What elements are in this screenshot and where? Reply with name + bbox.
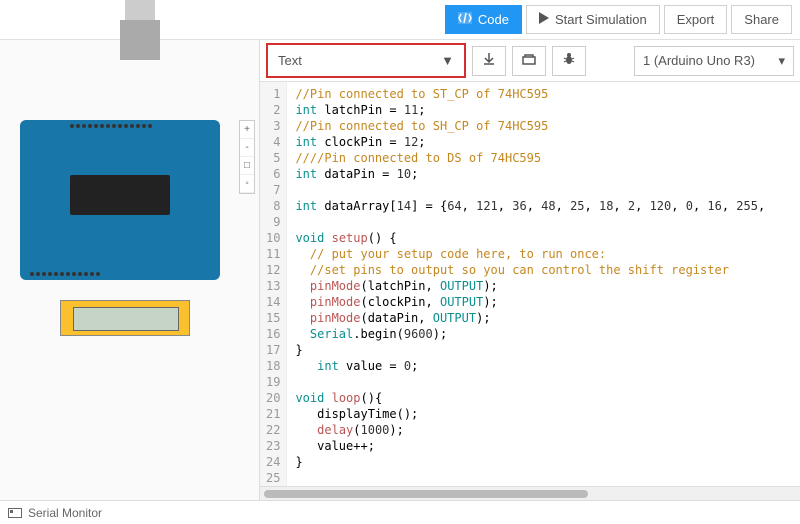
start-simulation-button[interactable]: Start Simulation	[526, 5, 660, 34]
line-number: 20	[266, 390, 280, 406]
code-line[interactable]: pinMode(clockPin, OUTPUT);	[295, 294, 792, 310]
zoom-out-button[interactable]: -	[240, 139, 254, 157]
line-number: 23	[266, 438, 280, 454]
start-simulation-label: Start Simulation	[555, 12, 647, 27]
line-number: 11	[266, 246, 280, 262]
lcd-screen	[73, 307, 179, 331]
line-number: 19	[266, 374, 280, 390]
zoom-controls: + - □ ◦	[239, 120, 255, 194]
line-number: 10	[266, 230, 280, 246]
line-number: 16	[266, 326, 280, 342]
line-number: 7	[266, 182, 280, 198]
line-number: 1	[266, 86, 280, 102]
code-button-label: Code	[478, 12, 509, 27]
export-button[interactable]: Export	[664, 5, 728, 34]
line-number: 4	[266, 134, 280, 150]
code-line[interactable]: // put your setup code here, to run once…	[295, 246, 792, 262]
line-number: 2	[266, 102, 280, 118]
line-number: 9	[266, 214, 280, 230]
line-number: 3	[266, 118, 280, 134]
bug-icon	[562, 52, 576, 69]
horizontal-scrollbar[interactable]	[260, 486, 800, 500]
code-line[interactable]	[295, 182, 792, 198]
download-code-button[interactable]	[472, 46, 506, 76]
share-button[interactable]: Share	[731, 5, 792, 34]
code-line[interactable]: //set pins to output so you can control …	[295, 262, 792, 278]
export-label: Export	[677, 12, 715, 27]
code-line[interactable]: delay(1000);	[295, 422, 792, 438]
code-line[interactable]: int latchPin = 11;	[295, 102, 792, 118]
circuit-drawing	[20, 60, 220, 220]
line-number: 25	[266, 470, 280, 486]
code-line[interactable]: displayTime();	[295, 406, 792, 422]
code-button[interactable]: Code	[445, 5, 522, 34]
code-view-mode-select[interactable]: Text ▼	[266, 43, 466, 78]
line-number: 18	[266, 358, 280, 374]
code-content[interactable]: //Pin connected to ST_CP of 74HC595int l…	[287, 82, 800, 486]
line-gutter: 1234567891011121314151617181920212223242…	[260, 82, 287, 486]
zoom-fit-button[interactable]: □	[240, 157, 254, 175]
line-number: 17	[266, 342, 280, 358]
circuit-canvas[interactable]: + - □ ◦	[0, 40, 260, 500]
debug-button[interactable]	[552, 46, 586, 76]
line-number: 6	[266, 166, 280, 182]
zoom-center-button[interactable]: ◦	[240, 175, 254, 193]
code-line[interactable]: void setup() {	[295, 230, 792, 246]
line-number: 5	[266, 150, 280, 166]
line-number: 21	[266, 406, 280, 422]
bottom-bar: Serial Monitor	[0, 500, 800, 524]
component-target-label: 1 (Arduino Uno R3)	[643, 53, 755, 68]
code-line[interactable]: pinMode(dataPin, OUTPUT);	[295, 310, 792, 326]
chevron-down-icon: ▼	[441, 53, 454, 68]
code-line[interactable]: //Pin connected to ST_CP of 74HC595	[295, 86, 792, 102]
play-icon	[539, 12, 549, 27]
code-line[interactable]: //Pin connected to SH_CP of 74HC595	[295, 118, 792, 134]
code-line[interactable]: int clockPin = 12;	[295, 134, 792, 150]
code-line[interactable]: }	[295, 454, 792, 470]
code-line[interactable]: pinMode(latchPin, OUTPUT);	[295, 278, 792, 294]
serial-monitor-icon	[8, 508, 22, 518]
code-line[interactable]	[295, 214, 792, 230]
component-target-select[interactable]: 1 (Arduino Uno R3) ▾	[634, 46, 794, 76]
digital-pins	[70, 124, 152, 128]
code-icon	[458, 12, 472, 27]
code-panel: Text ▼ 1 (Arduino Uno R3)	[260, 40, 800, 500]
lcd-display[interactable]	[60, 300, 190, 336]
code-line[interactable]: int dataPin = 10;	[295, 166, 792, 182]
usb-cable	[125, 0, 155, 20]
code-line[interactable]: int dataArray[14] = {64, 121, 36, 48, 25…	[295, 198, 792, 214]
line-number: 13	[266, 278, 280, 294]
code-view-mode-label: Text	[278, 53, 302, 68]
library-button[interactable]	[512, 46, 546, 76]
code-line[interactable]: int value = 0;	[295, 358, 792, 374]
download-icon	[482, 52, 496, 69]
line-number: 22	[266, 422, 280, 438]
chevron-down-icon: ▾	[778, 53, 785, 69]
usb-connector	[120, 20, 160, 60]
line-number: 14	[266, 294, 280, 310]
main-area: + - □ ◦ Text ▼	[0, 40, 800, 500]
line-number: 24	[266, 454, 280, 470]
arduino-board[interactable]	[20, 120, 220, 280]
code-line[interactable]: void loop(){	[295, 390, 792, 406]
code-line[interactable]	[295, 374, 792, 390]
library-icon	[522, 53, 536, 68]
code-toolbar: Text ▼ 1 (Arduino Uno R3)	[260, 40, 800, 82]
code-line[interactable]: ////Pin connected to DS of 74HC595	[295, 150, 792, 166]
zoom-in-button[interactable]: +	[240, 121, 254, 139]
microcontroller-chip	[70, 175, 170, 215]
share-label: Share	[744, 12, 779, 27]
code-editor[interactable]: 1234567891011121314151617181920212223242…	[260, 82, 800, 486]
line-number: 15	[266, 310, 280, 326]
code-line[interactable]: Serial.begin(9600);	[295, 326, 792, 342]
code-line[interactable]: value++;	[295, 438, 792, 454]
serial-monitor-button[interactable]: Serial Monitor	[28, 506, 102, 520]
scrollbar-thumb[interactable]	[264, 490, 588, 498]
code-line[interactable]	[295, 470, 792, 486]
line-number: 8	[266, 198, 280, 214]
power-analog-pins	[30, 272, 100, 276]
code-line[interactable]: }	[295, 342, 792, 358]
line-number: 12	[266, 262, 280, 278]
